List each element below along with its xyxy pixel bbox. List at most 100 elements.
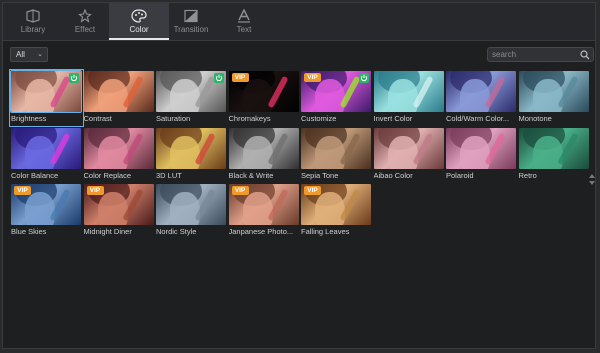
preset-label: Nordic Style [156,227,197,236]
preset-label: Brightness [11,114,47,123]
preset-label: Polaroid [446,170,474,180]
preset-thumbnail [373,71,444,112]
effects-panel: Library Effect Color Transition Text All… [2,2,596,349]
preset-tile[interactable]: Saturation [156,71,227,125]
scroll-up-arrow-icon[interactable] [589,174,595,178]
vip-badge: VIP [231,186,249,195]
preset-tile[interactable]: Invert Color [373,71,445,125]
preset-thumbnail: VIP [228,184,299,225]
vip-badge: VIP [231,73,249,82]
thumbnail-face [170,79,200,112]
preset-label: Chromakeys [228,114,271,123]
vip-badge: VIP [86,186,104,195]
preset-label: 3D LUT [156,170,182,180]
category-filter-dropdown[interactable]: All ⌄ [10,47,48,62]
thumbnail-face [387,135,418,169]
preset-tile[interactable]: Aibao Color [373,127,445,182]
preset-label: Retro [518,170,537,180]
thumbnail-face [97,79,128,112]
preset-label: Monotone [518,114,552,123]
preset-grid: Brightness Contrast Saturation VIP Chromakey… [9,69,590,241]
preset-thumbnail [446,127,516,169]
preset-tile[interactable]: 3D LUT [156,127,227,182]
tab-text[interactable]: Text [214,3,274,39]
palette-icon [131,9,147,23]
preset-thumbnail [301,127,371,169]
preset-label: Janpanese Photo... [228,227,294,236]
preset-thumbnail [518,71,589,112]
preset-label: Falling Leaves [301,227,350,236]
thumbnail-face [242,192,273,225]
preset-tile[interactable]: Brightness [9,69,84,127]
tab-label: Transition [173,25,209,34]
preset-tile[interactable]: Color Balance [11,127,82,182]
preset-label: Cold/Warm Color... [446,114,510,123]
tab-effect[interactable]: Effect [55,3,115,39]
preset-label: Customize [301,114,337,123]
preset-thumbnail [156,71,226,112]
preset-tile[interactable]: VIP Customize [301,71,372,125]
thumbnail-face [242,79,273,112]
chevron-down-icon: ⌄ [37,51,43,58]
preset-tile[interactable]: VIP Chromakeys [228,71,300,125]
preset-tile[interactable]: Cold/Warm Color... [446,71,517,125]
search-input[interactable] [492,49,577,60]
tab-label: Text [236,25,252,34]
transition-icon [184,9,198,23]
vip-badge: VIP [14,186,31,195]
preset-thumbnail: VIP [83,184,154,225]
preset-tile[interactable]: VIP Midnight Diner [83,184,155,238]
thumbnail-face [532,135,563,169]
preset-thumbnail: VIP [301,71,371,112]
thumbnail-face [242,135,273,169]
scroll-down-arrow-icon[interactable] [589,181,595,185]
preset-tile[interactable]: VIP Falling Leaves [301,184,372,238]
preset-tile[interactable]: Nordic Style [156,184,227,238]
preset-thumbnail [156,127,226,169]
preset-tile[interactable]: VIP Janpanese Photo... [228,184,300,238]
power-icon [69,73,79,83]
preset-tile[interactable]: VIP Blue Skies [11,184,82,238]
preset-tile[interactable]: Contrast [83,71,155,125]
preset-tile[interactable]: Sepia Tone [301,127,372,182]
preset-label: Aibao Color [373,170,413,180]
thumbnail-face [387,79,418,112]
preset-thumbnail [518,127,589,169]
preset-thumbnail: VIP [301,184,371,225]
preset-thumbnail [11,127,81,169]
vip-badge: VIP [304,186,321,195]
filter-value: All [16,50,25,59]
power-icon [214,73,224,83]
preset-tile[interactable]: Black & Write [228,127,300,182]
preset-thumbnail [446,71,516,112]
search-icon[interactable] [580,50,590,60]
tab-bar: Library Effect Color Transition Text [3,3,595,41]
preset-label: Saturation [156,114,191,123]
preset-thumbnail [373,127,444,169]
preset-thumbnail [10,70,82,113]
text-icon [238,9,250,23]
preset-label: Invert Color [373,114,413,123]
preset-label: Midnight Diner [83,227,132,236]
thumbnail-face [315,79,345,112]
preset-tile[interactable]: Polaroid [446,127,517,182]
preset-tile[interactable]: Monotone [518,71,590,125]
preset-thumbnail [228,127,299,169]
preset-thumbnail: VIP [11,184,81,225]
preset-label: Contrast [83,114,112,123]
tab-color[interactable]: Color [109,3,169,40]
tab-label: Library [20,25,46,34]
preset-label: Color Balance [11,170,59,180]
tab-library[interactable]: Library [3,3,63,39]
scrollbar[interactable] [588,69,595,339]
preset-tile[interactable]: Color Replace [83,127,155,182]
thumbnail-face [97,135,128,169]
tab-transition[interactable]: Transition [161,3,221,39]
search-box[interactable] [487,47,594,62]
thumbnail-face [532,79,563,112]
power-icon [359,73,369,83]
preset-thumbnail [83,71,154,112]
preset-tile[interactable]: Retro [518,127,590,182]
preset-thumbnail: VIP [228,71,299,112]
thumbnail-face [315,192,345,225]
